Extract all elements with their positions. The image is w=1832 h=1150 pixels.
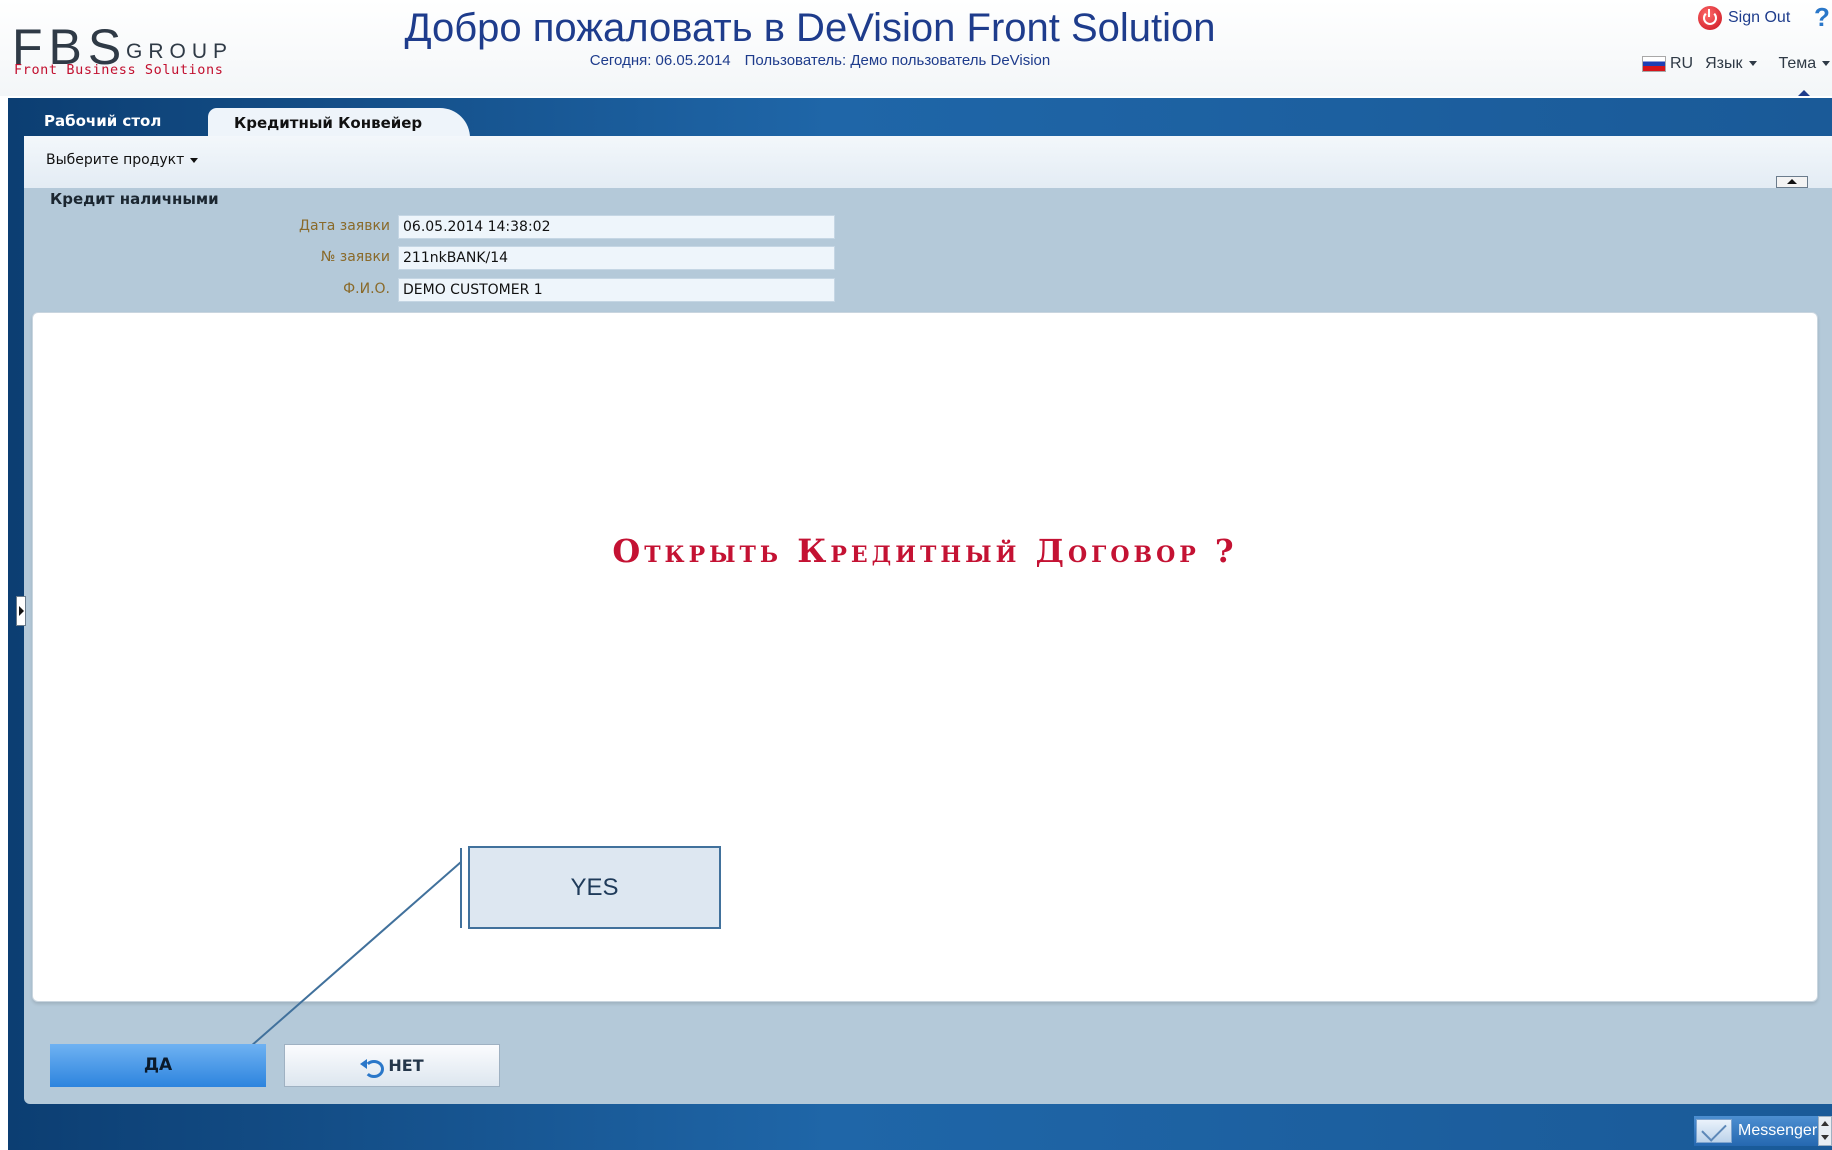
- power-icon: [1698, 6, 1722, 30]
- help-icon[interactable]: ?: [1814, 4, 1832, 32]
- theme-menu-label: Тема: [1778, 55, 1817, 72]
- logo-subtitle: Front Business Solutions: [14, 62, 224, 78]
- messenger-label: Messenger: [1738, 1122, 1818, 1139]
- messenger-scroll-control[interactable]: [1818, 1116, 1832, 1146]
- language-menu[interactable]: Язык: [1705, 55, 1757, 73]
- tab-credit-conveyor[interactable]: Кредитный Конвейер: [208, 108, 470, 138]
- application-number-field[interactable]: 211nkBANK/14: [398, 246, 835, 270]
- tab-desktop[interactable]: Рабочий стол: [44, 106, 161, 136]
- sign-out-label: Sign Out: [1728, 9, 1791, 26]
- today-date: Сегодня: 06.05.2014: [589, 52, 731, 69]
- app-header: FBS GROUP Front Business Solutions Добро…: [0, 0, 1832, 96]
- annotation-callout-text: YES: [570, 874, 619, 901]
- fbs-group-logo: FBS GROUP Front Business Solutions: [12, 22, 242, 82]
- sign-out-button[interactable]: Sign Out: [1698, 6, 1790, 30]
- current-user: Пользователь: Демо пользователь DeVision: [744, 52, 1051, 69]
- application-date-field[interactable]: 06.05.2014 14:38:02: [398, 215, 835, 239]
- application-date-label: Дата заявки: [299, 218, 390, 234]
- messenger-button[interactable]: Messenger: [1694, 1116, 1818, 1146]
- session-info: Сегодня: 06.05.2014 Пользователь: Демо по…: [520, 52, 1120, 69]
- application-number-label: № заявки: [320, 249, 390, 265]
- undo-icon: [360, 1057, 385, 1078]
- logo-group: GROUP: [126, 40, 234, 63]
- expand-left-panel-button[interactable]: [16, 596, 26, 626]
- theme-menu[interactable]: Тема: [1779, 55, 1831, 73]
- no-button[interactable]: НЕТ: [284, 1044, 500, 1087]
- product-toolbar: [24, 136, 1832, 188]
- language-theme-bar: RU Язык Тема: [1642, 52, 1831, 76]
- product-select-label: Выберите продукт: [46, 152, 185, 168]
- russian-flag-icon: [1642, 56, 1666, 72]
- welcome-title: Добро пожаловать в DeVision Front Soluti…: [404, 6, 1216, 50]
- confirmation-area: [32, 312, 1818, 1002]
- chevron-down-icon: [1822, 61, 1831, 67]
- customer-name-field[interactable]: DEMO CUSTOMER 1: [398, 278, 835, 302]
- collapse-panel-button[interactable]: [1776, 176, 1808, 188]
- language-menu-label: Язык: [1705, 55, 1743, 72]
- chevron-down-icon: [1748, 61, 1757, 67]
- language-code: RU: [1670, 55, 1694, 72]
- customer-name-label: Ф.И.О.: [343, 281, 390, 297]
- header-collapse-icon[interactable]: [1794, 86, 1814, 98]
- confirmation-question: Открыть Кредитный Договор ?: [612, 532, 1238, 570]
- form-title: Кредит наличными: [50, 190, 219, 208]
- mail-icon: [1696, 1119, 1732, 1143]
- yes-button[interactable]: ДА: [50, 1044, 266, 1087]
- product-select-menu[interactable]: Выберите продукт: [46, 152, 199, 168]
- no-button-label: НЕТ: [388, 1056, 424, 1075]
- chevron-down-icon: [190, 157, 199, 163]
